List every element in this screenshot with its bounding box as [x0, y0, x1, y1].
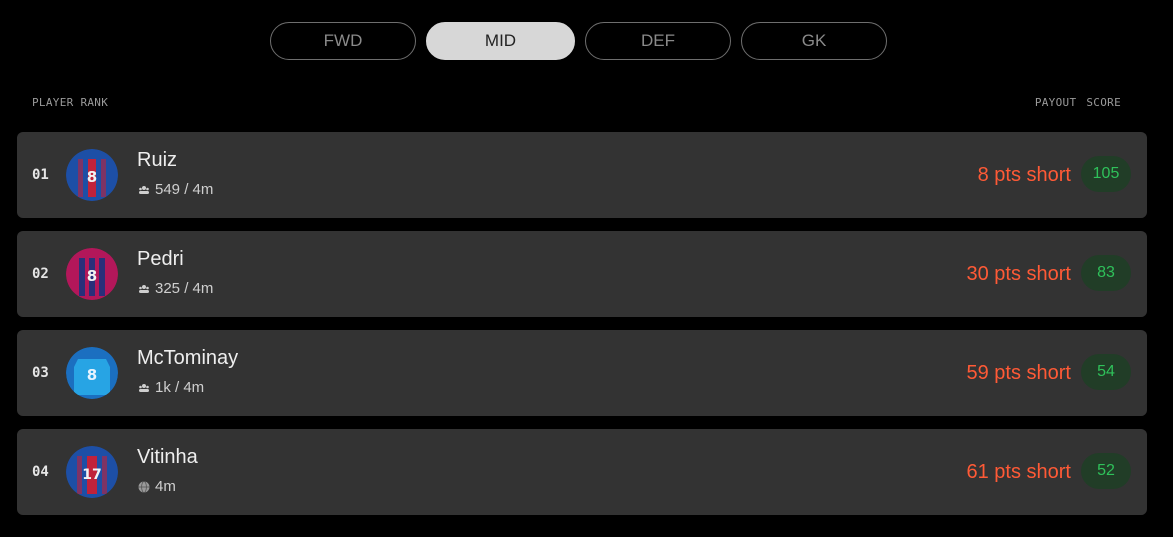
- score-badge: 105: [1081, 156, 1131, 192]
- tab-mid[interactable]: MID: [426, 22, 575, 60]
- player-rank-header: PLAYER RANK: [32, 96, 109, 109]
- score-badge: 54: [1081, 354, 1131, 390]
- player-list: 01 8 Ruiz 549 / 4m 8 pts short 105 02 8 …: [17, 132, 1147, 528]
- score-badge: 83: [1081, 255, 1131, 291]
- meta-text: 1k / 4m: [155, 379, 205, 396]
- jersey-avatar: 8: [66, 347, 118, 399]
- users-icon: [139, 284, 149, 293]
- player-meta: 1k / 4m: [138, 379, 204, 396]
- player-row[interactable]: 02 8 Pedri 325 / 4m 30 pts short 83: [17, 231, 1147, 317]
- users-icon: [139, 383, 149, 392]
- meta-text: 325 / 4m: [155, 280, 214, 297]
- player-meta: 549 / 4m: [138, 181, 213, 198]
- payout-status: 30 pts short: [966, 262, 1071, 285]
- player-row[interactable]: 03 8 McTominay 1k / 4m 59 pts short 54: [17, 330, 1147, 416]
- meta-text: 549 / 4m: [155, 181, 214, 198]
- player-row[interactable]: 01 8 Ruiz 549 / 4m 8 pts short 105: [17, 132, 1147, 218]
- rank-number: 02: [32, 266, 49, 282]
- payout-status: 8 pts short: [977, 163, 1071, 186]
- tab-def[interactable]: DEF: [585, 22, 731, 60]
- tab-gk[interactable]: GK: [741, 22, 887, 60]
- player-name: Ruiz: [137, 149, 178, 171]
- payout-status: 59 pts short: [966, 361, 1071, 384]
- player-meta: 325 / 4m: [138, 280, 213, 297]
- jersey-number: 8: [87, 267, 97, 285]
- jersey-number: 8: [87, 168, 97, 186]
- jersey-avatar: 8: [66, 149, 118, 201]
- player-name: Vitinha: [137, 446, 198, 468]
- jersey-number: 8: [87, 366, 97, 384]
- player-row[interactable]: 04 17 Vitinha 4m 61 pts short 52: [17, 429, 1147, 515]
- jersey-avatar: 8: [66, 248, 118, 300]
- rank-number: 03: [32, 365, 49, 381]
- jersey-number: 17: [82, 467, 101, 483]
- rank-number: 01: [32, 167, 49, 183]
- player-meta: 4m: [138, 478, 176, 495]
- users-icon: [139, 185, 149, 194]
- player-name: Pedri: [137, 248, 184, 270]
- payout-status: 61 pts short: [966, 460, 1071, 483]
- jersey-avatar: 17: [66, 446, 118, 498]
- tab-fwd[interactable]: FWD: [270, 22, 416, 60]
- score-header: SCORE: [1086, 96, 1121, 109]
- globe-icon: [138, 480, 150, 493]
- payout-header: PAYOUT: [1034, 96, 1077, 109]
- player-name: McTominay: [137, 347, 239, 369]
- rank-number: 04: [32, 464, 49, 480]
- meta-text: 4m: [155, 478, 176, 495]
- right-headers: PAYOUT SCORE: [1035, 96, 1121, 109]
- position-tabs: FWD MID DEF GK: [270, 22, 887, 60]
- score-badge: 52: [1081, 453, 1131, 489]
